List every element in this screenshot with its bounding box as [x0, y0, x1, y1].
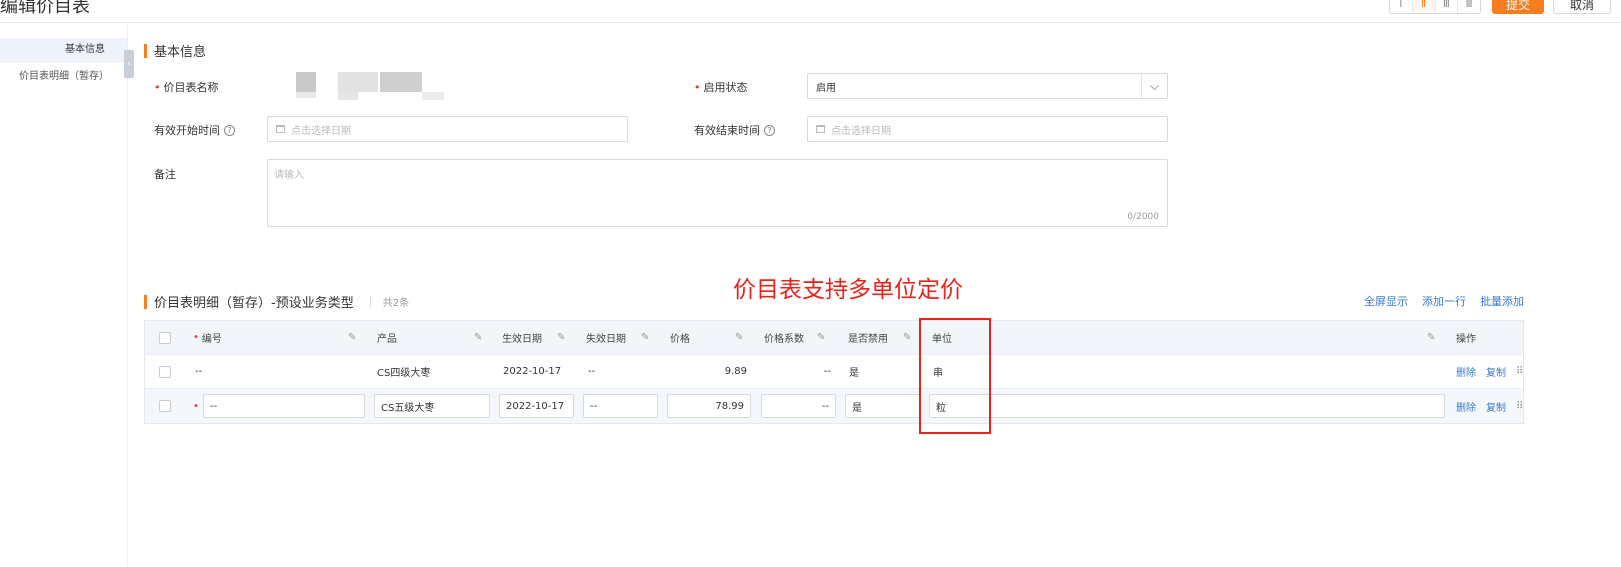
- fullscreen-link[interactable]: 全屏显示: [1364, 293, 1408, 309]
- name-label: • 价目表名称: [154, 80, 219, 95]
- section-accent-bar: [144, 294, 147, 309]
- col-end-date: 失效日期 ✎: [586, 321, 658, 354]
- section-accent-bar: [144, 43, 147, 58]
- annotation-highlight-box: [919, 318, 991, 434]
- col-product: 产品 ✎: [377, 321, 491, 354]
- status-select-value: 启用: [816, 82, 836, 94]
- required-mark: •: [694, 80, 701, 94]
- col-price: 价格 ✎: [670, 321, 752, 354]
- add-row-link[interactable]: 添加一行: [1422, 293, 1466, 309]
- top-bar: 编辑价目表 Ⅰ Ⅱ Ⅲ Ⅲ 提交 取消: [0, 0, 1621, 23]
- remark-char-counter: 0/2000: [1127, 212, 1159, 222]
- col-actions: 操作: [1456, 334, 1476, 345]
- detail-section-header: 价目表明细（暂存）-预设业务类型 共2条: [144, 292, 409, 311]
- price-input[interactable]: 78.99: [667, 394, 751, 418]
- row-actions: 删除 复制 ⠿: [1456, 355, 1523, 388]
- help-icon[interactable]: ?: [764, 124, 775, 136]
- table-row: -- CS四级大枣 2022-10-17 -- 9.89 -- 是 串 删除 复…: [145, 355, 1523, 389]
- layout-2-column-button[interactable]: Ⅱ: [1412, 0, 1436, 13]
- drag-handle-icon[interactable]: ⠿: [1516, 366, 1523, 377]
- select-all-checkbox[interactable]: [159, 321, 171, 354]
- layout-switch[interactable]: Ⅰ Ⅱ Ⅲ Ⅲ: [1389, 0, 1481, 14]
- drag-handle-icon[interactable]: ⠿: [1516, 401, 1523, 412]
- name-field-redacted[interactable]: [258, 70, 653, 100]
- collapse-sidebar-icon[interactable]: ‹: [124, 50, 134, 78]
- cell-start-date: 2022-10-17: [503, 366, 562, 377]
- layout-4-column-button[interactable]: Ⅲ: [1458, 0, 1480, 13]
- basic-info-title: 基本信息: [154, 45, 207, 60]
- required-mark: •: [154, 80, 161, 94]
- pencil-icon[interactable]: ✎: [1427, 332, 1438, 343]
- unit-input[interactable]: 粒: [929, 394, 1445, 418]
- code-input[interactable]: --: [203, 394, 365, 418]
- pencil-icon[interactable]: ✎: [817, 332, 828, 343]
- cell-product: CS四级大枣: [377, 368, 431, 379]
- start-time-label: 有效开始时间?: [154, 122, 235, 138]
- col-price-coef: 价格系数 ✎: [764, 321, 834, 354]
- end-date-picker[interactable]: 点击选择日期: [807, 116, 1168, 142]
- calendar-icon: [276, 125, 285, 133]
- required-mark: •: [193, 400, 199, 412]
- page-title: 编辑价目表: [0, 0, 90, 17]
- table-header-row: • 编号 ✎ 产品 ✎ 生效日期 ✎ 失效日期 ✎ 价格 ✎ 价格系数 ✎ 是否禁用 ✎ 单位 ✎…: [145, 321, 1523, 355]
- end-date-input[interactable]: --: [583, 394, 658, 418]
- remark-textarea[interactable]: 请输入 0/2000: [267, 159, 1168, 227]
- copy-link[interactable]: 复制: [1486, 364, 1506, 379]
- copy-link[interactable]: 复制: [1486, 399, 1506, 414]
- row-checkbox[interactable]: [159, 355, 171, 388]
- annotation-text: 价目表支持多单位定价: [733, 277, 963, 303]
- cell-price-coef: --: [823, 366, 831, 377]
- col-unit: 单位 ✎: [932, 321, 1444, 354]
- chevron-down-icon[interactable]: ⌵: [1141, 74, 1167, 98]
- layout-3-column-button[interactable]: Ⅲ: [1436, 0, 1459, 13]
- pencil-icon[interactable]: ✎: [903, 332, 914, 343]
- table-row: • -- CS五级大枣 2022-10-17 -- 78.99 -- 是 粒 删…: [145, 389, 1523, 423]
- nav-item-price-detail[interactable]: 价目表明细（暂存）: [19, 70, 109, 84]
- table-actions: 全屏显示 添加一行 批量添加: [1364, 293, 1524, 309]
- cell-disabled: 是: [849, 368, 859, 379]
- divider: [369, 295, 371, 308]
- pencil-icon[interactable]: ✎: [641, 332, 652, 343]
- disabled-select[interactable]: 是: [845, 394, 920, 418]
- start-date-picker[interactable]: 点击选择日期: [267, 116, 628, 142]
- cell-code: --: [195, 366, 203, 377]
- price-detail-table: • 编号 ✎ 产品 ✎ 生效日期 ✎ 失效日期 ✎ 价格 ✎ 价格系数 ✎ 是否禁用 ✎ 单位 ✎…: [144, 320, 1524, 424]
- cell-end-date: --: [588, 366, 596, 377]
- col-start-date: 生效日期 ✎: [502, 321, 574, 354]
- status-select[interactable]: 启用 ⌵: [807, 73, 1168, 99]
- batch-add-link[interactable]: 批量添加: [1480, 293, 1524, 309]
- delete-link[interactable]: 删除: [1456, 399, 1476, 414]
- price-coef-input[interactable]: --: [761, 394, 836, 418]
- pencil-icon[interactable]: ✎: [348, 332, 359, 343]
- row-count: 共2条: [382, 298, 410, 309]
- submit-button[interactable]: 提交: [1492, 0, 1544, 14]
- detail-section-title: 价目表明细（暂存）-预设业务类型: [154, 296, 354, 311]
- end-time-label: 有效结束时间?: [694, 122, 775, 138]
- left-anchor-nav: 基本信息 价目表明细（暂存）: [0, 24, 128, 567]
- cancel-button[interactable]: 取消: [1553, 0, 1611, 14]
- cell-price: 9.89: [724, 366, 747, 377]
- product-input[interactable]: CS五级大枣: [374, 394, 490, 418]
- row-actions: 删除 复制 ⠿: [1456, 389, 1523, 423]
- remark-placeholder: 请输入: [274, 170, 304, 181]
- col-code: • 编号 ✎: [193, 321, 365, 354]
- pencil-icon[interactable]: ✎: [474, 332, 485, 343]
- basic-info-header: 基本信息: [144, 41, 206, 60]
- start-date-input[interactable]: 2022-10-17: [499, 394, 574, 418]
- row-checkbox[interactable]: [159, 389, 171, 423]
- delete-link[interactable]: 删除: [1456, 364, 1476, 379]
- pencil-icon[interactable]: ✎: [735, 332, 746, 343]
- layout-1-column-button[interactable]: Ⅰ: [1390, 0, 1413, 13]
- col-disabled: 是否禁用 ✎: [848, 321, 920, 354]
- start-date-placeholder: 点击选择日期: [291, 125, 351, 137]
- nav-item-basic-info[interactable]: 基本信息: [0, 38, 127, 63]
- help-icon[interactable]: ?: [224, 124, 235, 136]
- calendar-icon: [816, 125, 825, 133]
- status-label: • 启用状态: [694, 80, 748, 95]
- end-date-placeholder: 点击选择日期: [831, 125, 891, 137]
- pencil-icon[interactable]: ✎: [557, 332, 568, 343]
- remark-label: 备注: [154, 168, 176, 181]
